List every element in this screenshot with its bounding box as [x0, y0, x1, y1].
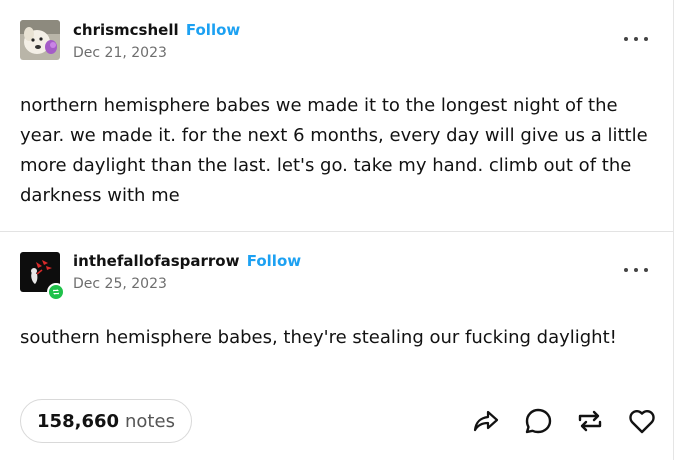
reply-icon[interactable]: [521, 405, 555, 437]
notes-label: notes: [125, 410, 175, 432]
reblog-badge-icon: [47, 283, 65, 301]
post-actions: [469, 405, 659, 437]
post-footer: 158,660 notes: [0, 382, 673, 460]
post-date[interactable]: Dec 21, 2023: [73, 45, 167, 61]
more-options-icon[interactable]: [624, 34, 648, 44]
share-icon[interactable]: [469, 405, 503, 437]
author-username[interactable]: inthefallofasparrow: [73, 252, 239, 270]
original-post: chrismcshell Follow Dec 21, 2023 norther…: [0, 0, 673, 231]
follow-button[interactable]: Follow: [186, 21, 240, 39]
reblog-icon[interactable]: [573, 405, 607, 437]
dog-avatar-icon: [20, 20, 60, 60]
notes-button[interactable]: 158,660 notes: [20, 399, 192, 443]
follow-button[interactable]: Follow: [247, 252, 301, 270]
post-date[interactable]: Dec 25, 2023: [73, 276, 167, 292]
more-options-icon[interactable]: [624, 265, 648, 275]
reblog-post: inthefallofasparrow Follow Dec 25, 2023 …: [0, 232, 673, 382]
author-username[interactable]: chrismcshell: [73, 21, 179, 39]
post-author: chrismcshell Follow: [73, 21, 240, 39]
post-body: northern hemisphere babes we made it to …: [20, 95, 648, 206]
notes-count: 158,660: [37, 410, 120, 432]
post-card: chrismcshell Follow Dec 21, 2023 norther…: [0, 0, 674, 460]
post-author: inthefallofasparrow Follow: [73, 252, 301, 270]
like-icon[interactable]: [625, 405, 659, 437]
avatar[interactable]: [20, 20, 60, 60]
post-body: southern hemisphere babes, they're steal…: [20, 327, 617, 348]
